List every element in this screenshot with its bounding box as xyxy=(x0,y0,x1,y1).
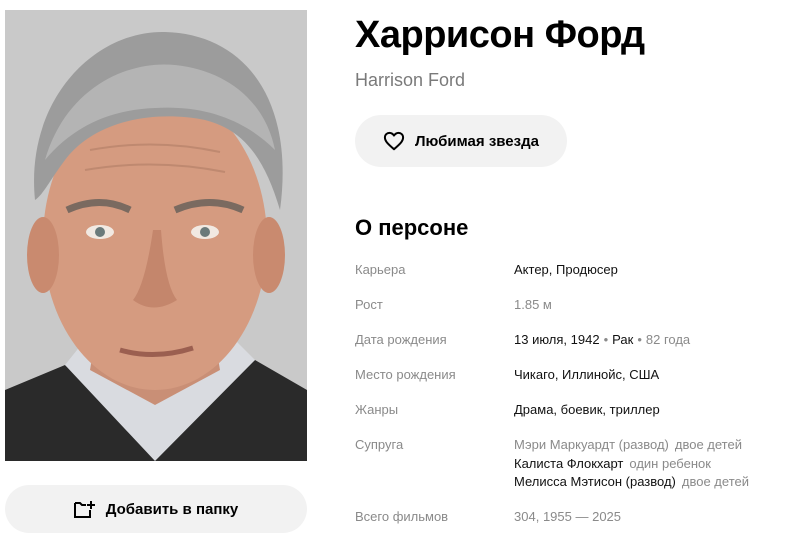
age-value: 82 года xyxy=(645,332,691,347)
birth-date-label: Дата рождения xyxy=(355,332,447,347)
genres-value[interactable]: Драма, боевик, триллер xyxy=(514,402,660,417)
birth-place-label: Место рождения xyxy=(355,367,456,382)
add-to-folder-button[interactable]: Добавить в папку xyxy=(5,485,307,533)
spouse-item: Мэри Маркуардт (развод) двое детей xyxy=(514,437,742,452)
person-photo[interactable] xyxy=(5,10,307,461)
spouse-item: Мелисса Мэтисон (развод) двое детей xyxy=(514,474,749,489)
career-value: Актер, Продюсер xyxy=(514,262,618,277)
person-original-name: Harrison Ford xyxy=(355,70,466,90)
total-films-value: 304, 1955 — 2025 xyxy=(514,509,621,524)
total-films-label: Всего фильмов xyxy=(355,509,449,524)
person-name: Харрисон Форд xyxy=(355,14,645,56)
films-year-range: 1955 — 2025 xyxy=(542,509,622,524)
spouse-name[interactable]: Мелисса Мэтисон (развод) xyxy=(514,474,676,489)
birth-date-link[interactable]: 13 июля, 1942 xyxy=(514,332,600,347)
spouse-name[interactable]: Мэри Маркуардт (развод) xyxy=(514,437,669,452)
birth-date-value: 13 июля, 1942 • Рак • 82 года xyxy=(514,332,690,347)
spouse-label: Супруга xyxy=(355,437,404,452)
films-count[interactable]: 304 xyxy=(514,509,536,524)
heart-outline-icon xyxy=(383,131,405,151)
height-label: Рост xyxy=(355,297,383,312)
favorite-star-label: Любимая звезда xyxy=(415,132,539,150)
about-section-title: О персоне xyxy=(355,215,469,240)
height-value: 1.85 м xyxy=(514,297,552,312)
separator-dot: • xyxy=(603,332,609,347)
genres-label: Жанры xyxy=(355,402,399,417)
zodiac-sign[interactable]: Рак xyxy=(612,332,633,347)
folder-plus-icon xyxy=(73,501,95,518)
spouse-name[interactable]: Калиста Флокхарт xyxy=(514,456,623,471)
spouse-kids: двое детей xyxy=(681,474,749,489)
portrait-image xyxy=(5,10,307,461)
films-separator: , xyxy=(535,509,540,524)
spouse-item: Калиста Флокхарт один ребенок xyxy=(514,456,711,471)
add-to-folder-label: Добавить в папку xyxy=(105,500,239,518)
favorite-star-button[interactable]: Любимая звезда xyxy=(355,115,567,167)
spouse-kids: один ребенок xyxy=(629,456,711,471)
spouse-kids: двое детей xyxy=(674,437,742,452)
birth-place-value[interactable]: Чикаго, Иллинойс, США xyxy=(514,367,659,382)
career-label: Карьера xyxy=(355,262,406,277)
separator-dot: • xyxy=(637,332,642,347)
